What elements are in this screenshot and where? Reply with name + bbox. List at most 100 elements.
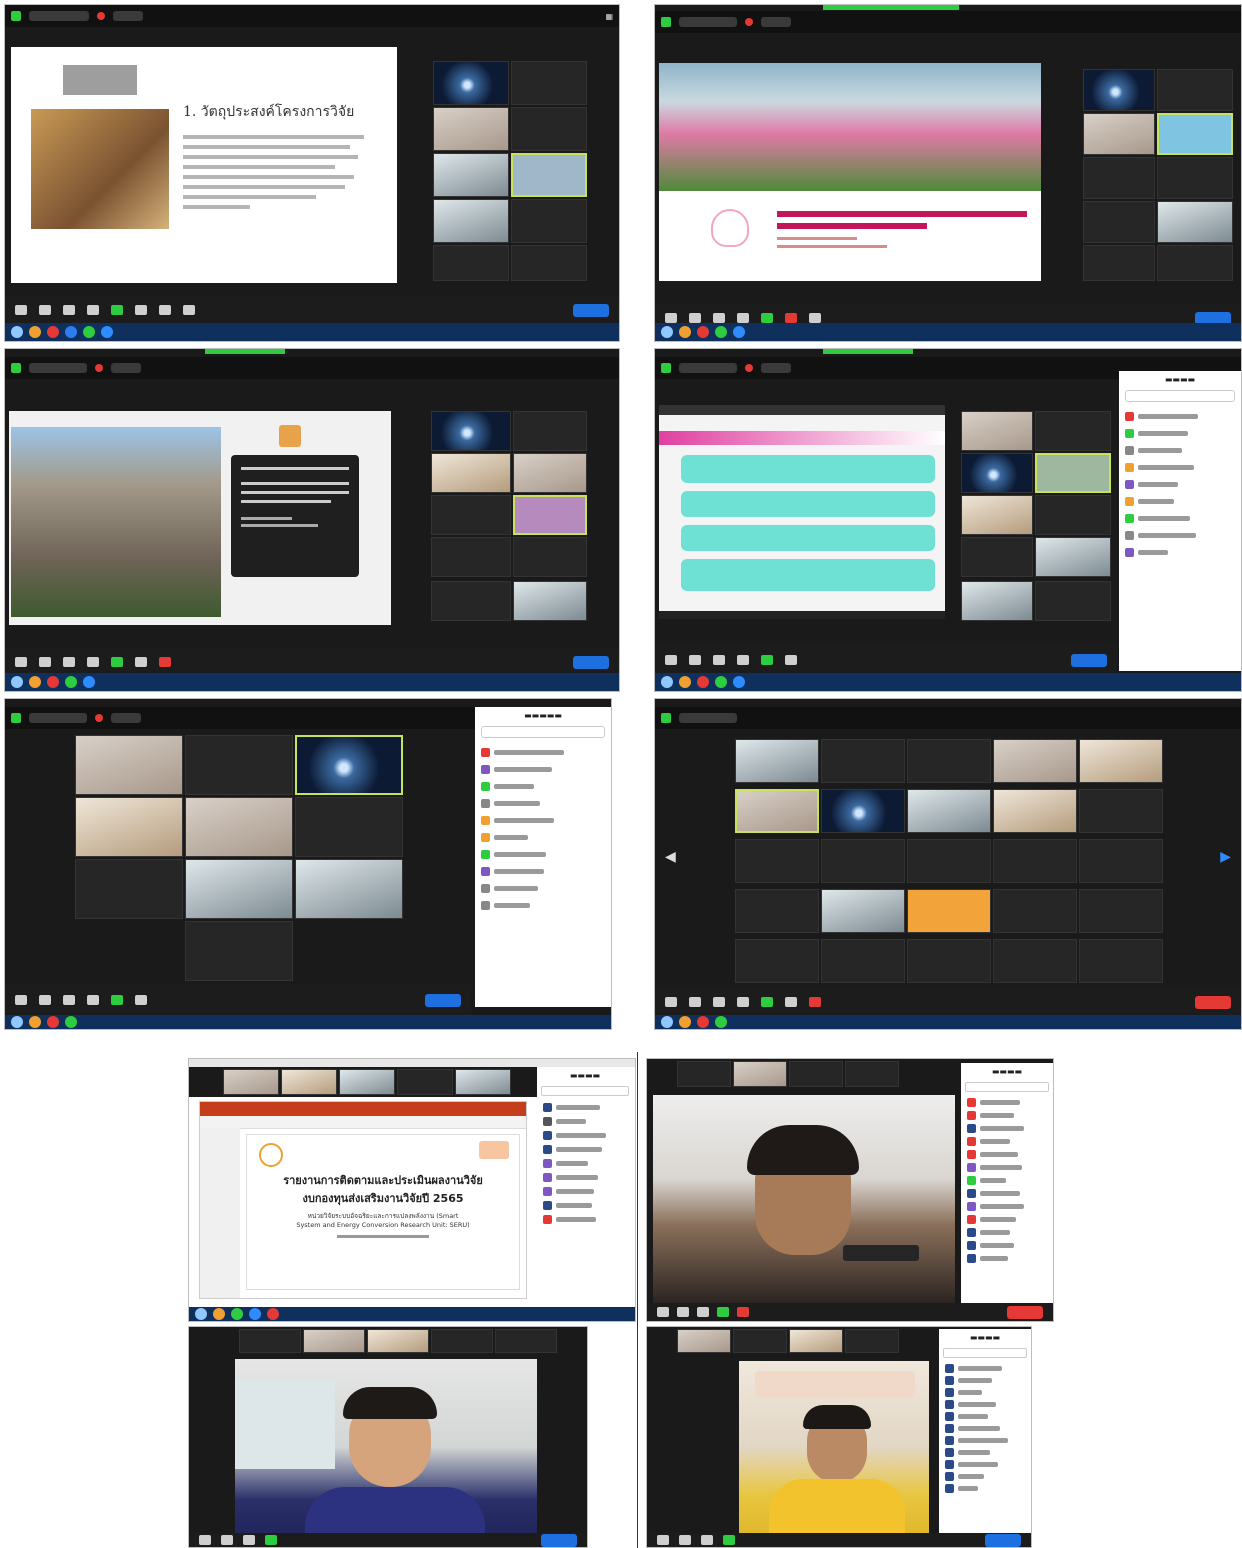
participant-tile[interactable] (961, 581, 1033, 621)
participant-row[interactable] (1119, 408, 1241, 425)
participants-icon[interactable] (697, 1307, 709, 1317)
leave-meeting-button[interactable] (573, 655, 609, 669)
taskbar-app-icon[interactable] (697, 326, 709, 338)
participant-tile[interactable] (185, 797, 293, 857)
participant-tile[interactable] (433, 61, 509, 105)
video-icon[interactable] (39, 657, 51, 667)
taskbar-app-icon[interactable] (679, 1016, 691, 1028)
leave-meeting-button[interactable] (541, 1533, 577, 1547)
participant-tile[interactable] (907, 939, 991, 983)
participant-row[interactable] (961, 1122, 1053, 1135)
original-sound-toggle[interactable] (29, 11, 89, 21)
participant-tile[interactable] (1083, 157, 1155, 199)
security-shield-icon[interactable] (11, 363, 21, 373)
security-shield-icon[interactable] (661, 363, 671, 373)
next-page-arrow-icon[interactable]: ▶ (1220, 849, 1231, 865)
video-icon[interactable] (221, 1535, 233, 1545)
original-sound-toggle[interactable] (679, 713, 737, 723)
taskbar-app-icon[interactable] (697, 676, 709, 688)
participant-tile[interactable] (513, 411, 587, 451)
windows-start-icon[interactable] (661, 326, 673, 338)
chat-icon[interactable] (737, 313, 749, 323)
participant-tile[interactable] (1157, 245, 1233, 281)
participant-tile[interactable] (431, 1329, 493, 1353)
leave-meeting-button[interactable] (1195, 995, 1231, 1009)
participant-tile[interactable] (239, 1329, 301, 1353)
taskbar-app-icon[interactable] (65, 676, 77, 688)
windows-start-icon[interactable] (661, 1016, 673, 1028)
participant-tile[interactable] (1083, 201, 1155, 243)
participant-tile[interactable] (75, 797, 183, 857)
participant-row[interactable] (475, 897, 611, 914)
participant-row[interactable] (961, 1239, 1053, 1252)
participant-row[interactable] (475, 863, 611, 880)
prev-page-arrow-icon[interactable]: ◀ (665, 849, 676, 865)
microphone-icon[interactable] (15, 995, 27, 1005)
leave-meeting-button[interactable] (425, 993, 461, 1007)
chat-icon[interactable] (737, 655, 749, 665)
participant-tile[interactable] (733, 1329, 787, 1353)
participant-tile[interactable] (845, 1061, 899, 1087)
participant-tile[interactable] (993, 839, 1077, 883)
participant-search-input[interactable] (541, 1086, 629, 1096)
participant-tile[interactable] (789, 1329, 843, 1353)
participant-tile[interactable] (1079, 739, 1163, 783)
record-button[interactable] (135, 657, 147, 667)
original-sound-toggle[interactable] (29, 363, 87, 373)
leave-meeting-button[interactable] (1007, 1305, 1043, 1319)
taskbar-app-icon[interactable] (715, 676, 727, 688)
participant-tile[interactable] (433, 199, 509, 243)
participant-row[interactable] (939, 1482, 1031, 1494)
chat-icon[interactable] (87, 995, 99, 1005)
taskbar-app-icon[interactable] (697, 1016, 709, 1028)
participant-row[interactable] (537, 1114, 633, 1128)
participant-tile[interactable] (733, 1061, 787, 1087)
participants-icon[interactable] (243, 1535, 255, 1545)
participant-row[interactable] (961, 1135, 1053, 1148)
leave-meeting-button[interactable] (985, 1533, 1021, 1547)
participant-row[interactable] (961, 1109, 1053, 1122)
participant-row[interactable] (537, 1184, 633, 1198)
original-sound-toggle[interactable] (29, 713, 87, 723)
taskbar-app-icon[interactable] (65, 326, 77, 338)
participant-row[interactable] (537, 1170, 633, 1184)
record-button[interactable] (785, 655, 797, 665)
participant-tile-active-speaker[interactable] (1157, 113, 1233, 155)
taskbar-app-icon[interactable] (47, 1016, 59, 1028)
microphone-icon[interactable] (199, 1535, 211, 1545)
windows-start-icon[interactable] (661, 676, 673, 688)
participant-row[interactable] (961, 1161, 1053, 1174)
security-shield-icon[interactable] (11, 713, 21, 723)
chat-icon[interactable] (737, 997, 749, 1007)
participant-tile[interactable] (821, 739, 905, 783)
participant-row[interactable] (939, 1386, 1031, 1398)
participant-tile[interactable] (677, 1329, 731, 1353)
participant-tile-active-speaker[interactable] (1035, 453, 1111, 493)
microphone-icon[interactable] (15, 305, 27, 315)
reactions-icon[interactable] (159, 657, 171, 667)
participant-tile[interactable] (431, 453, 511, 493)
participant-tile[interactable] (821, 889, 905, 933)
participant-tile[interactable] (431, 581, 511, 621)
record-button[interactable] (135, 305, 147, 315)
participant-tile[interactable] (993, 739, 1077, 783)
share-screen-icon[interactable] (111, 657, 123, 667)
taskbar-app-icon[interactable] (101, 326, 113, 338)
share-screen-icon[interactable] (761, 655, 773, 665)
view-button[interactable]: ▦ (605, 12, 613, 21)
participant-tile[interactable] (1079, 889, 1163, 933)
participant-tile[interactable] (223, 1069, 279, 1095)
windows-start-icon[interactable] (195, 1308, 207, 1320)
participant-row[interactable] (537, 1198, 633, 1212)
participant-tile[interactable] (339, 1069, 395, 1095)
taskbar-app-icon[interactable] (249, 1308, 261, 1320)
windows-start-icon[interactable] (11, 326, 23, 338)
reactions-icon[interactable] (183, 305, 195, 315)
participant-tile[interactable] (513, 453, 587, 493)
chat-icon[interactable] (87, 305, 99, 315)
breakout-rooms-icon[interactable] (159, 305, 171, 315)
taskbar-app-icon[interactable] (715, 1016, 727, 1028)
participant-row[interactable] (961, 1148, 1053, 1161)
video-icon[interactable] (39, 305, 51, 315)
record-button[interactable] (135, 995, 147, 1005)
